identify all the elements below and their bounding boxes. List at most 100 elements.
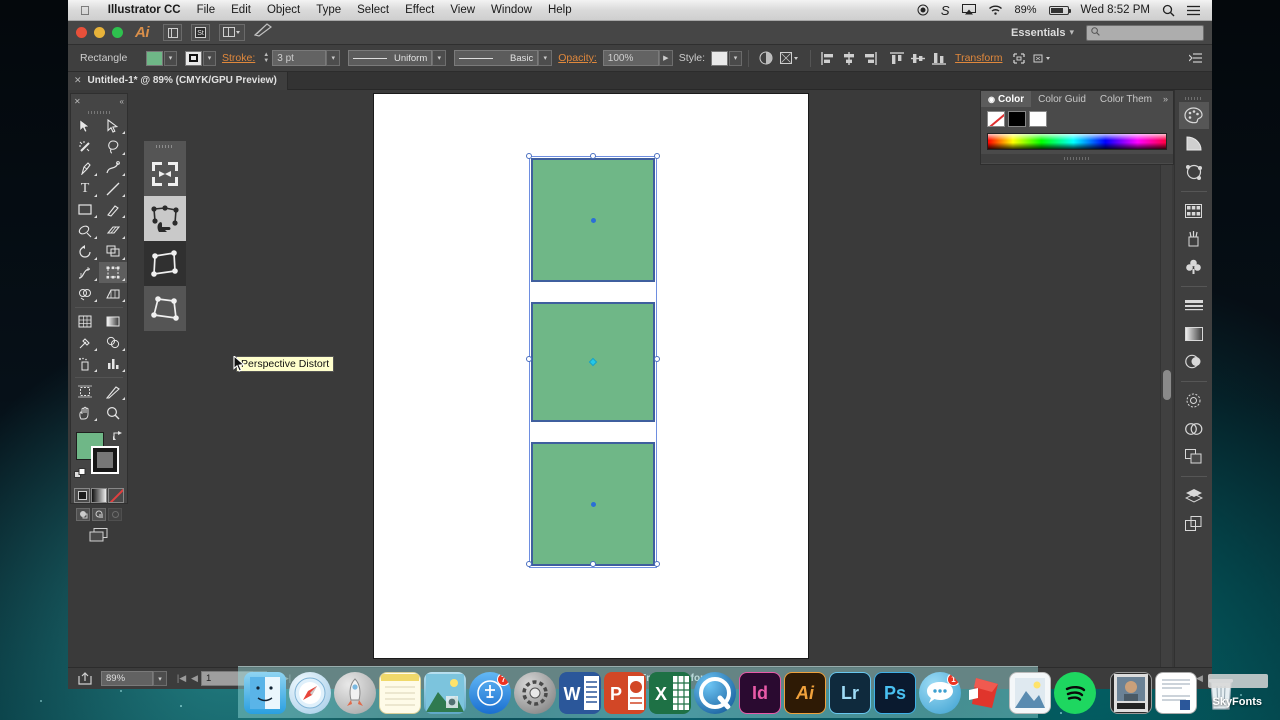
dock-item-safari[interactable] [289, 672, 331, 714]
record-icon[interactable] [911, 4, 935, 16]
dock-item-system-preferences[interactable] [514, 672, 556, 714]
swatches-panel-icon[interactable] [1179, 197, 1209, 224]
menu-app-name[interactable]: Illustrator CC [100, 4, 189, 16]
stock-icon[interactable]: St [191, 24, 210, 41]
skitch-icon[interactable]: S [935, 3, 956, 18]
opacity-flyout-icon[interactable]: ▶ [658, 50, 673, 66]
magic-wand-tool[interactable] [71, 136, 99, 157]
dock-item-illustrator[interactable]: Ai [784, 672, 826, 714]
dock-item-lightroom[interactable]: Lr [829, 672, 871, 714]
dock-item-sketchup[interactable] [964, 672, 1006, 714]
menu-view[interactable]: View [442, 4, 483, 16]
dock-item-notes[interactable] [379, 672, 421, 714]
free-distort-tool-option[interactable] [144, 286, 186, 331]
draw-normal-icon[interactable] [76, 508, 90, 521]
menu-select[interactable]: Select [349, 4, 397, 16]
selection-handle-bottom-right[interactable] [654, 561, 660, 567]
selection-handle-top-left[interactable] [526, 153, 532, 159]
brush-definition-chevron-down-icon[interactable]: ▾ [538, 50, 553, 66]
change-screen-mode-icon[interactable] [71, 524, 127, 546]
close-icon[interactable]: ✕ [74, 97, 81, 106]
scrollbar-thumb[interactable] [1163, 370, 1171, 400]
menu-type[interactable]: Type [308, 4, 349, 16]
graphic-style-chevron-down-icon[interactable]: ▾ [729, 50, 743, 66]
zoom-level-chevron-down-icon[interactable]: ▾ [153, 671, 167, 686]
document-tab[interactable]: ✕ Untitled-1* @ 89% (CMYK/GPU Preview) [68, 71, 288, 90]
slice-tool[interactable] [99, 381, 127, 402]
none-mode-icon[interactable] [108, 488, 124, 503]
default-fill-stroke-icon[interactable] [74, 468, 87, 483]
dock-item-microsoft-word[interactable]: W [559, 672, 601, 714]
distribute-center-icon[interactable] [909, 50, 926, 67]
graphic-style-swatch[interactable] [711, 50, 729, 66]
width-tool[interactable] [71, 262, 99, 283]
stroke-color-box[interactable] [91, 446, 119, 474]
workspace-switcher[interactable]: Essentials [1011, 27, 1069, 39]
stroke-label[interactable]: Stroke: [216, 52, 261, 64]
menu-window[interactable]: Window [483, 4, 540, 16]
stroke-profile-chevron-down-icon[interactable]: ▾ [432, 50, 447, 66]
menu-file[interactable]: File [189, 4, 224, 16]
color-mode-icon[interactable] [74, 488, 90, 503]
color-panel-resize-grip[interactable] [981, 154, 1173, 163]
layers-panel-icon[interactable] [1179, 482, 1209, 509]
swap-fill-stroke-icon[interactable] [112, 430, 124, 443]
recolor-artwork-icon[interactable] [778, 50, 802, 67]
draw-behind-icon[interactable] [92, 508, 106, 521]
wifi-icon[interactable] [982, 4, 1009, 16]
selection-handle-bottom-left[interactable] [526, 561, 532, 567]
window-controls[interactable] [76, 27, 123, 38]
brush-icon[interactable] [253, 23, 272, 42]
perspective-grid-tool[interactable] [99, 283, 127, 304]
distribute-top-icon[interactable] [888, 50, 905, 67]
dock-item-launchpad[interactable] [334, 672, 376, 714]
dock-item-quicktime[interactable] [694, 672, 736, 714]
first-artboard-icon[interactable]: |◀ [175, 673, 188, 684]
menubar-clock[interactable]: Wed 8:52 PM [1075, 4, 1156, 16]
distribute-bottom-icon[interactable] [930, 50, 947, 67]
white-swatch[interactable] [1029, 111, 1047, 127]
dock-item-finder[interactable] [244, 672, 286, 714]
graphic-styles-panel-icon[interactable] [1179, 415, 1209, 442]
workspace-chevron-down-icon[interactable]: ▾ [1069, 27, 1074, 38]
zoom-tool[interactable] [99, 402, 127, 423]
selection-handle-top-center[interactable] [590, 153, 596, 159]
none-swatch[interactable] [987, 111, 1005, 127]
zoom-window-button[interactable] [112, 27, 123, 38]
perspective-distort-tool-option[interactable] [144, 241, 186, 286]
dock-rail-grip[interactable] [1184, 94, 1203, 102]
apple-icon[interactable]:  [80, 4, 90, 17]
dock-item-spotify[interactable] [1054, 672, 1096, 714]
stroke-weight-stepper[interactable]: ▲ ▼ [261, 52, 271, 64]
dock-item-messages[interactable]: 1 [919, 672, 961, 714]
panel-menu-icon[interactable] [1187, 50, 1204, 67]
tab-color-themes[interactable]: Color Them [1093, 91, 1159, 107]
dock-item-photoshop[interactable]: Ps [874, 672, 916, 714]
pen-tool[interactable] [71, 157, 99, 178]
align-left-icon[interactable] [819, 50, 836, 67]
airplay-icon[interactable] [956, 4, 982, 16]
black-swatch[interactable] [1008, 111, 1026, 127]
shaper-tool[interactable] [71, 220, 99, 241]
brushes-panel-icon[interactable] [1179, 225, 1209, 252]
tab-color-guide[interactable]: Color Guid [1031, 91, 1093, 107]
dock-item-photos[interactable] [424, 672, 466, 714]
menu-help[interactable]: Help [540, 4, 580, 16]
canvas-vertical-scrollbar[interactable] [1160, 90, 1172, 667]
artboard[interactable] [374, 94, 808, 658]
artboards-panel-icon[interactable] [1179, 443, 1209, 470]
hand-tool[interactable] [71, 402, 99, 423]
dock-item-preview[interactable] [1009, 672, 1051, 714]
close-window-button[interactable] [76, 27, 87, 38]
previous-artboard-icon[interactable]: ◀ [188, 673, 201, 684]
color-themes-panel-icon[interactable] [1179, 158, 1209, 185]
flyout-grip[interactable] [144, 141, 186, 151]
rotate-tool[interactable] [71, 241, 99, 262]
opacity-icon[interactable] [757, 50, 774, 67]
expand-panel-icon[interactable]: » [1159, 94, 1172, 104]
minimize-window-button[interactable] [94, 27, 105, 38]
effect-icon[interactable] [1032, 50, 1054, 67]
symbol-sprayer-tool[interactable] [71, 353, 99, 374]
lasso-tool[interactable] [99, 136, 127, 157]
stroke-weight-chevron-down-icon[interactable]: ▾ [326, 50, 341, 66]
